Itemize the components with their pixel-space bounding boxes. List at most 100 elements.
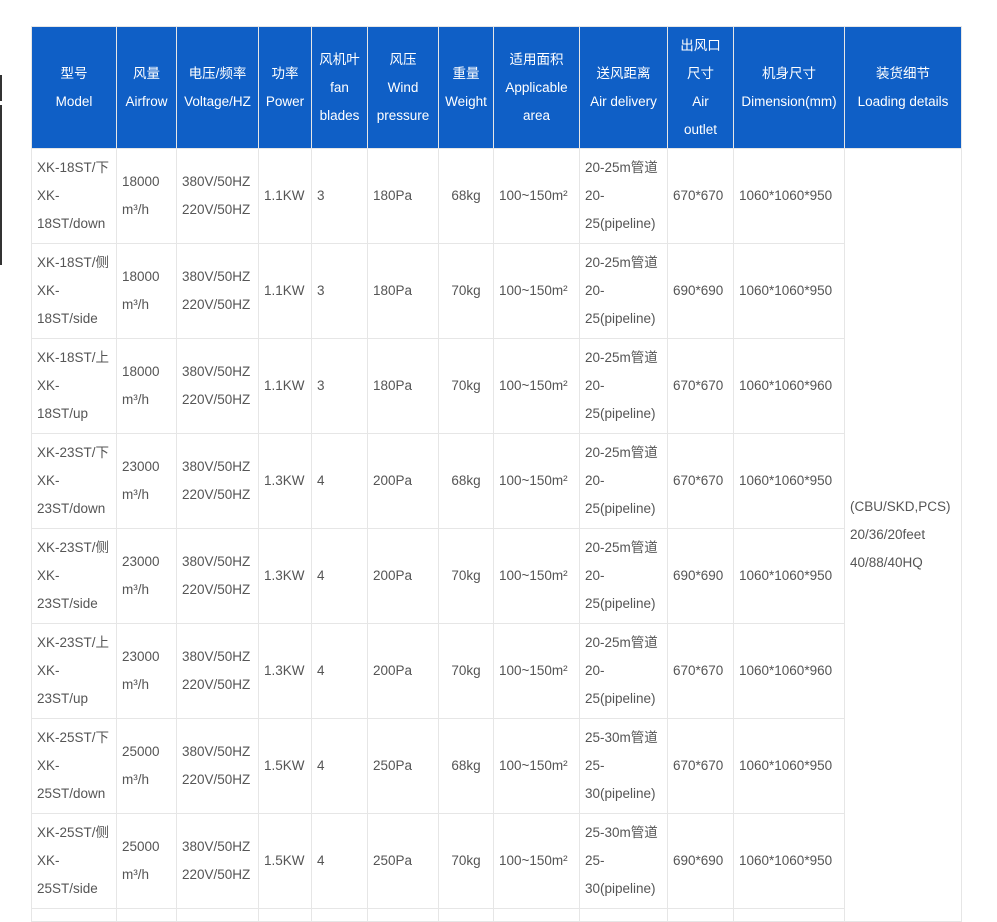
cell-fan-blades: 4 [311, 528, 368, 624]
cell-empty [367, 908, 439, 922]
cell-air-outlet: 690*690 [667, 243, 734, 339]
cell-weight: 68kg [438, 433, 494, 529]
cell-line: m³/h [122, 297, 149, 312]
header-weight: 重量 Weight [438, 26, 494, 149]
cell-applicable-area: 100~150m² [493, 718, 580, 814]
cell-line: XK-18ST/上 [37, 350, 110, 365]
cell-line: 25ST/down [37, 786, 106, 801]
cell-line: 20-25m管道 [585, 350, 658, 365]
cell-model: XK-23ST/下 XK- 23ST/down [31, 433, 117, 529]
cell-line: 220V/50HZ [182, 772, 251, 787]
cell-dimension: 1060*1060*950 [733, 528, 845, 624]
cell-line: 23000 [122, 649, 160, 664]
product-spec-table-container: 型号 Model 风量 Airfrow 电压/频率 Voltage/HZ 功率 Powe… [31, 26, 962, 922]
cell-applicable-area: 100~150m² [493, 148, 580, 244]
cell-line: 23ST/side [37, 596, 98, 611]
left-edge-mark [0, 105, 2, 265]
cell-line: 18000 [122, 174, 160, 189]
cell-line: 23000 [122, 459, 160, 474]
table-row: XK-25ST/侧 XK- 25ST/side 25000 m³/h 380V/50HZ 2… [31, 813, 962, 909]
cell-air-outlet: 670*670 [667, 433, 734, 529]
cell-line: 20- [585, 568, 605, 583]
header-voltage: 电压/频率 Voltage/HZ [176, 26, 259, 149]
cell-empty [116, 908, 177, 922]
table-row: XK-23ST/上 XK- 23ST/up 23000 m³/h 380V/50HZ 220… [31, 623, 962, 719]
cell-wind-pressure: 250Pa [367, 718, 439, 814]
cell-model: XK-23ST/侧 XK- 23ST/side [31, 528, 117, 624]
cell-line: XK-25ST/下 [37, 730, 110, 745]
cell-applicable-area: 100~150m² [493, 243, 580, 339]
cell-power: 1.1KW [258, 148, 312, 244]
cell-line: 380V/50HZ [182, 839, 251, 854]
cell-line: m³/h [122, 677, 149, 692]
cell-line: 25- [585, 758, 605, 773]
cell-airflow: 18000 m³/h [116, 148, 177, 244]
cell-line: 20/36/20feet [850, 527, 926, 542]
cell-line: 380V/50HZ [182, 649, 251, 664]
cell-line: 220V/50HZ [182, 202, 251, 217]
cell-weight: 70kg [438, 338, 494, 434]
cell-line: 25(pipeline) [585, 501, 656, 516]
cell-line: m³/h [122, 582, 149, 597]
cell-model: XK-18ST/侧 XK- 18ST/side [31, 243, 117, 339]
cell-line: 18000 [122, 269, 160, 284]
cell-line: 18ST/down [37, 216, 106, 231]
cell-line: 380V/50HZ [182, 554, 251, 569]
table-row [31, 908, 962, 922]
cell-line: 40/88/40HQ [850, 555, 923, 570]
header-air-delivery: 送风距离 Air delivery [579, 26, 668, 149]
cell-airflow: 23000 m³/h [116, 528, 177, 624]
cell-line: 220V/50HZ [182, 297, 251, 312]
cell-air-delivery: 20-25m管道 20- 25(pipeline) [579, 433, 668, 529]
cell-line: XK- [37, 663, 60, 678]
cell-power: 1.3KW [258, 433, 312, 529]
cell-line: 20- [585, 473, 605, 488]
cell-power: 1.1KW [258, 338, 312, 434]
cell-line: 20- [585, 378, 605, 393]
cell-empty [176, 908, 259, 922]
cell-airflow: 18000 m³/h [116, 243, 177, 339]
cell-line: XK- [37, 853, 60, 868]
cell-weight: 68kg [438, 148, 494, 244]
cell-dimension: 1060*1060*950 [733, 718, 845, 814]
cell-line: XK- [37, 283, 60, 298]
cell-voltage: 380V/50HZ 220V/50HZ [176, 718, 259, 814]
cell-fan-blades: 4 [311, 813, 368, 909]
cell-line: 23000 [122, 554, 160, 569]
cell-line: XK-18ST/侧 [37, 255, 110, 270]
table-row: XK-23ST/侧 XK- 23ST/side 23000 m³/h 380V/50HZ 2… [31, 528, 962, 624]
cell-weight: 68kg [438, 718, 494, 814]
cell-dimension: 1060*1060*960 [733, 623, 845, 719]
cell-line: 25000 [122, 744, 160, 759]
cell-air-delivery: 20-25m管道 20- 25(pipeline) [579, 338, 668, 434]
cell-line: 25- [585, 853, 605, 868]
cell-line: 30(pipeline) [585, 881, 656, 896]
cell-voltage: 380V/50HZ 220V/50HZ [176, 338, 259, 434]
cell-voltage: 380V/50HZ 220V/50HZ [176, 528, 259, 624]
cell-line: 220V/50HZ [182, 487, 251, 502]
cell-line: 25(pipeline) [585, 406, 656, 421]
cell-voltage: 380V/50HZ 220V/50HZ [176, 243, 259, 339]
header-loading-details: 装货细节 Loading details [844, 26, 962, 149]
cell-fan-blades: 3 [311, 243, 368, 339]
table-row: XK-18ST/侧 XK- 18ST/side 18000 m³/h 380V/50HZ 2… [31, 243, 962, 339]
cell-line: XK-23ST/下 [37, 445, 110, 460]
cell-line: 20- [585, 188, 605, 203]
cell-voltage: 380V/50HZ 220V/50HZ [176, 433, 259, 529]
table-body: XK-18ST/下 XK- 18ST/down 18000 m³/h 380V/50HZ 2… [31, 148, 962, 922]
cell-line: XK-18ST/下 [37, 160, 110, 175]
cell-power: 1.1KW [258, 243, 312, 339]
cell-empty [733, 908, 845, 922]
cell-line: 18ST/side [37, 311, 98, 326]
cell-line: 380V/50HZ [182, 174, 251, 189]
cell-power: 1.3KW [258, 623, 312, 719]
cell-wind-pressure: 200Pa [367, 528, 439, 624]
cell-line: XK-25ST/侧 [37, 825, 110, 840]
cell-line: m³/h [122, 772, 149, 787]
cell-empty [31, 908, 117, 922]
cell-line: 25-30m管道 [585, 730, 658, 745]
cell-airflow: 18000 m³/h [116, 338, 177, 434]
cell-empty [311, 908, 368, 922]
cell-line: 380V/50HZ [182, 459, 251, 474]
cell-air-delivery: 20-25m管道 20- 25(pipeline) [579, 243, 668, 339]
